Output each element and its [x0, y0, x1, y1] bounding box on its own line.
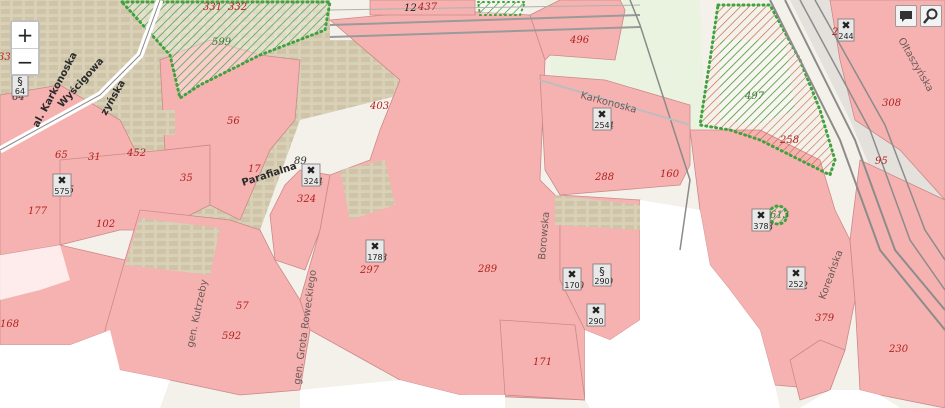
zoom-out-button[interactable]: −	[12, 48, 38, 74]
svg-text:✖: ✖	[756, 209, 765, 222]
parcel-label: 452	[126, 148, 146, 159]
zoom-in-button[interactable]: +	[12, 22, 38, 48]
green-zone-469	[476, 1, 527, 16]
parcel-label: 592	[222, 331, 241, 342]
svg-text:575: 575	[54, 187, 69, 196]
map-canvas[interactable]: 335 331 332 437 599 496 244 64 56 65 31 …	[0, 0, 945, 408]
parcel-label: 31	[88, 152, 101, 163]
parcel-label: 324	[297, 194, 316, 205]
parcel-label: 437	[417, 2, 438, 13]
parcel-label: 379	[815, 313, 835, 324]
svg-text:✖: ✖	[791, 267, 800, 280]
search-icon	[923, 8, 938, 24]
svg-text:✖: ✖	[591, 304, 600, 317]
parcel-label: 297	[359, 265, 380, 276]
comment-tool-button[interactable]	[895, 5, 917, 27]
parcel-label: 308	[882, 98, 901, 109]
speech-bubble-icon	[900, 11, 912, 22]
svg-text:✖: ✖	[597, 108, 606, 121]
road-number-label: 12	[404, 3, 417, 14]
parcel-label: 258	[779, 135, 799, 146]
svg-text:290: 290	[588, 317, 603, 326]
cross-marker[interactable]: ✖ 290	[586, 303, 606, 327]
cross-marker[interactable]: ✖ 170	[562, 267, 582, 291]
cross-marker[interactable]: ✖ 244	[837, 18, 855, 42]
parcel-label: 230	[888, 344, 909, 355]
svg-text:178: 178	[367, 253, 382, 262]
parcel-label: 332	[228, 2, 247, 13]
svg-text:✖: ✖	[370, 240, 379, 253]
svg-text:170: 170	[564, 281, 579, 290]
parcel-label: 171	[533, 357, 552, 368]
parcel-label: 331	[203, 2, 222, 13]
parcel-label: 497	[744, 91, 765, 102]
svg-text:378: 378	[753, 222, 768, 231]
cross-marker[interactable]: ✖ 378	[751, 208, 771, 232]
svg-text:290: 290	[594, 277, 609, 286]
cross-marker[interactable]: ✖ 254	[592, 107, 612, 131]
svg-text:✖: ✖	[306, 164, 315, 177]
parcel-label: 496	[569, 35, 590, 46]
svg-text:✖: ✖	[57, 174, 66, 187]
parcel-label: 168	[0, 319, 19, 330]
section-marker[interactable]: § 64	[11, 73, 29, 97]
svg-text:254: 254	[594, 121, 609, 130]
parcel-label: 56	[227, 116, 240, 127]
map-viewport[interactable]: 335 331 332 437 599 496 244 64 56 65 31 …	[0, 0, 945, 408]
search-tool-button[interactable]	[920, 5, 942, 27]
zoom-control: + −	[10, 20, 40, 76]
cross-marker[interactable]: ✖ 252	[786, 266, 806, 290]
svg-text:64: 64	[15, 87, 25, 96]
parcel-label: 102	[96, 219, 115, 230]
parcel-label: 160	[660, 169, 680, 180]
parcel-label: 95	[875, 156, 888, 167]
svg-text:252: 252	[788, 280, 803, 289]
svg-text:244: 244	[838, 32, 853, 41]
svg-text:✖: ✖	[841, 19, 850, 32]
parcel-label: 57	[236, 301, 249, 312]
parcel-label: 613	[770, 210, 789, 221]
svg-text:324: 324	[303, 177, 318, 186]
parcel-label: 288	[594, 172, 614, 183]
parcel-label: 65	[55, 150, 68, 161]
parcel-label: 403	[369, 101, 389, 112]
green-zone-497	[720, 40, 795, 125]
section-marker[interactable]: § 290	[592, 263, 612, 287]
cross-marker[interactable]: ✖ 324	[301, 163, 321, 187]
cross-marker[interactable]: ✖ 178	[365, 239, 385, 263]
cross-marker[interactable]: ✖ 575	[52, 173, 72, 197]
parcel-label: 289	[477, 264, 498, 275]
parcel-label: 177	[28, 206, 48, 217]
parcel-label: 599	[212, 37, 232, 48]
svg-text:✖: ✖	[567, 268, 576, 281]
parcel-label: 35	[180, 173, 193, 184]
